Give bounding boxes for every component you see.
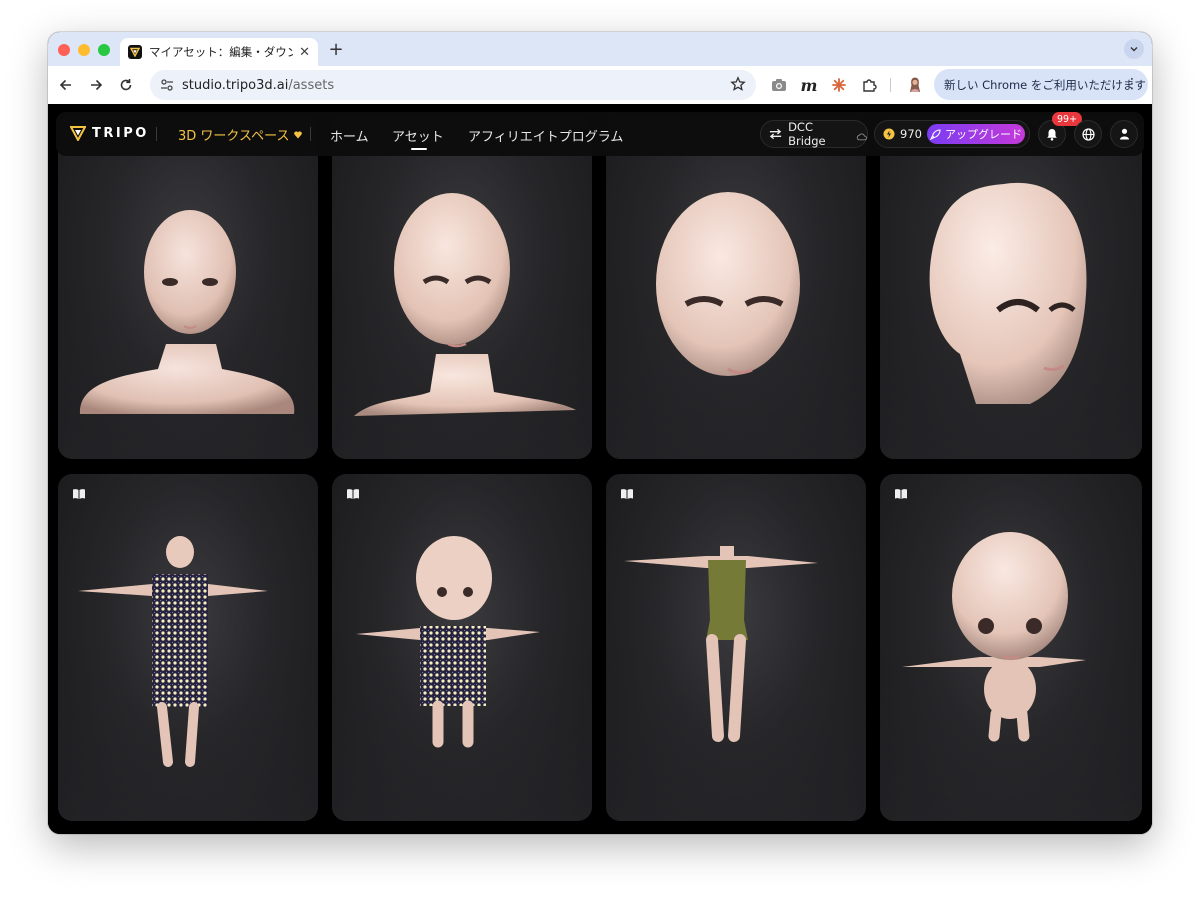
asset-card[interactable] xyxy=(58,474,318,821)
tripo-logo-icon xyxy=(70,126,86,141)
app-header: TRIPO 3D ワークスペース ホーム アセット アフィリエイトプログラム D… xyxy=(56,112,1144,156)
swap-arrows-icon xyxy=(769,128,782,140)
camera-icon[interactable] xyxy=(770,76,788,94)
cloud-icon xyxy=(856,133,867,141)
url-host: studio.tripo3d.ai xyxy=(182,77,289,93)
asset-card[interactable] xyxy=(332,114,592,459)
credits-value: 970 xyxy=(900,127,922,141)
user-icon xyxy=(1119,128,1129,140)
profile-avatar[interactable] xyxy=(906,76,924,94)
coin-icon xyxy=(883,128,895,140)
bust-head-model xyxy=(79,210,295,414)
m-extension-icon[interactable]: m xyxy=(800,76,818,95)
header-divider xyxy=(310,127,311,141)
asset-card[interactable] xyxy=(880,474,1142,821)
chrome-update-label: 新しい Chrome をご利用いただけます xyxy=(944,77,1146,92)
kebab-icon[interactable]: ⋮ xyxy=(1125,76,1139,92)
chrome-update-button[interactable]: 新しい Chrome をご利用いただけます ⋮ xyxy=(934,69,1148,100)
tab-title: マイアセット：編集・ダウンロ… xyxy=(149,45,294,59)
account-button[interactable] xyxy=(1110,120,1138,148)
logo-text: TRIPO xyxy=(92,125,149,141)
globe-icon xyxy=(1081,127,1095,141)
nav-affiliate[interactable]: アフィリエイトプログラム xyxy=(468,126,623,145)
url-path: /assets xyxy=(288,77,335,93)
minimize-window-button[interactable] xyxy=(78,44,90,56)
upgrade-label: アップグレード xyxy=(945,128,1022,141)
t-pose-patterned-body-model xyxy=(78,536,268,767)
browser-toolbar: studio.tripo3d.ai/assets m 新しい Chrome をご… xyxy=(48,66,1152,104)
asset-card[interactable] xyxy=(880,114,1142,459)
forward-icon[interactable] xyxy=(86,75,106,95)
big-head-chibi-model xyxy=(902,532,1086,742)
back-icon[interactable] xyxy=(56,75,76,95)
puzzle-icon[interactable] xyxy=(860,76,878,94)
active-nav-indicator xyxy=(411,148,427,150)
asset-card[interactable] xyxy=(332,474,592,821)
nav-home[interactable]: ホーム xyxy=(330,126,369,145)
toolbar-divider xyxy=(890,78,891,92)
asset-card[interactable] xyxy=(606,474,866,821)
new-tab-button[interactable]: + xyxy=(326,39,346,60)
language-button[interactable] xyxy=(1074,120,1102,148)
browser-window: マイアセット：編集・ダウンロ… ✕ + studio.tripo3d.ai/as… xyxy=(48,32,1152,834)
chevron-down-icon xyxy=(1130,47,1138,52)
close-window-button[interactable] xyxy=(58,44,70,56)
workspace-label: 3D ワークスペース xyxy=(178,129,290,144)
bookmark-star-icon[interactable] xyxy=(730,76,746,96)
nav-assets[interactable]: アセット xyxy=(392,126,444,145)
claude-extension-icon[interactable] xyxy=(830,76,848,94)
head-neck-model xyxy=(354,193,576,416)
upgrade-button[interactable]: アップグレード xyxy=(927,124,1025,144)
dcc-bridge-label: DCC Bridge xyxy=(788,120,826,148)
head-side-model xyxy=(929,182,1087,404)
maximize-window-button[interactable] xyxy=(98,44,110,56)
asset-card[interactable] xyxy=(58,114,318,459)
workspace-dropdown[interactable]: 3D ワークスペース xyxy=(178,125,303,144)
header-divider xyxy=(156,127,157,141)
bell-icon xyxy=(1047,128,1057,141)
headless-body-swimsuit-model xyxy=(624,546,818,742)
chibi-t-pose-model xyxy=(356,536,540,748)
tripo-page: TRIPO 3D ワークスペース ホーム アセット アフィリエイトプログラム D… xyxy=(48,104,1152,834)
reload-icon[interactable] xyxy=(116,75,136,95)
asset-card[interactable] xyxy=(606,114,866,459)
tab-close-icon[interactable]: ✕ xyxy=(299,45,310,60)
head-model xyxy=(656,192,800,376)
tab-strip: マイアセット：編集・ダウンロ… ✕ + xyxy=(48,32,1152,66)
url-text: studio.tripo3d.ai/assets xyxy=(182,78,334,93)
site-settings-icon[interactable] xyxy=(158,76,176,94)
dcc-bridge-button[interactable]: DCC Bridge xyxy=(760,120,868,148)
rocket-icon xyxy=(930,128,941,140)
heart-dropdown-icon xyxy=(294,130,303,138)
tripo-logo[interactable]: TRIPO xyxy=(70,125,149,141)
address-bar[interactable]: studio.tripo3d.ai/assets xyxy=(150,70,756,100)
tripo-favicon-icon xyxy=(128,45,142,59)
browser-tab[interactable]: マイアセット：編集・ダウンロ… ✕ xyxy=(120,38,318,66)
tab-search-button[interactable] xyxy=(1124,39,1144,59)
